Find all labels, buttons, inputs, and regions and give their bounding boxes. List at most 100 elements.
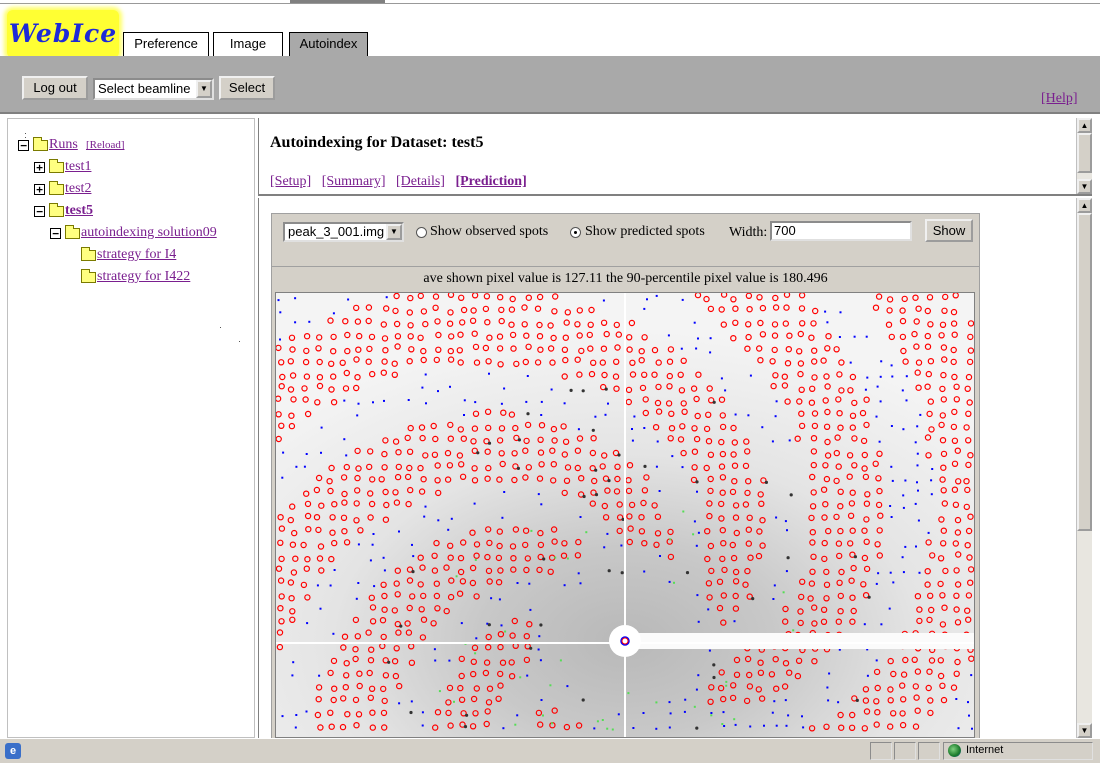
observed-spot — [411, 543, 413, 546]
observed-spot — [291, 674, 294, 677]
select-button[interactable]: Select — [219, 76, 275, 100]
indexed-spot — [596, 720, 599, 723]
intensity-spot — [685, 571, 690, 575]
tree-item-label[interactable]: test2 — [65, 181, 91, 197]
observed-spot — [655, 294, 658, 297]
reload-link[interactable]: [Reload] — [86, 139, 124, 151]
observed-spot — [538, 635, 541, 638]
observed-spot — [901, 389, 904, 392]
tree-item-label[interactable]: strategy for I4 — [97, 247, 176, 263]
scroll-down-icon[interactable]: ▼ — [1077, 179, 1092, 194]
observed-spot — [880, 360, 883, 363]
intensity-spot — [463, 725, 468, 729]
observed-spot — [879, 375, 882, 378]
autoindex-header-panel: Autoindexing for Dataset: test5 [Setup] … — [258, 118, 1092, 196]
scroll-up-icon[interactable]: ▲ — [1077, 198, 1092, 213]
chevron-down-icon[interactable]: ▼ — [386, 224, 402, 240]
folder-icon — [81, 247, 96, 261]
details-link[interactable]: [Details] — [396, 174, 445, 189]
observed-spot — [775, 516, 778, 519]
globe-icon — [948, 744, 961, 757]
collapse-icon[interactable]: − — [18, 140, 29, 151]
observed-spot — [927, 531, 930, 534]
intensity-spot — [582, 494, 586, 499]
tab-image[interactable]: Image — [213, 32, 283, 56]
observed-spot — [971, 727, 973, 730]
scroll-thumb[interactable] — [1077, 133, 1092, 173]
observed-spot — [643, 307, 646, 310]
setup-link[interactable]: [Setup] — [270, 174, 311, 189]
observed-spot — [879, 400, 882, 403]
observed-spot — [890, 364, 893, 367]
tree-item-runs[interactable]: Runs — [49, 137, 78, 153]
intensity-spot — [786, 556, 790, 560]
tree-item-label[interactable]: test1 — [65, 159, 91, 175]
observed-spot — [437, 519, 440, 522]
intensity-spot — [465, 713, 469, 717]
observed-spot — [669, 712, 672, 715]
observed-spot — [761, 426, 764, 429]
intensity-spot — [764, 480, 768, 484]
intensity-spot — [542, 557, 546, 561]
tree-item-label[interactable]: test5 — [65, 203, 93, 219]
intensity-spot — [712, 400, 716, 404]
observed-spot — [875, 415, 878, 418]
observed-spot — [668, 726, 671, 729]
indexed-spot — [566, 557, 569, 560]
top-panel-scrollbar[interactable]: ▲ ▼ — [1076, 118, 1092, 194]
width-input[interactable]: 700 — [770, 221, 912, 241]
observed-spot — [355, 597, 358, 600]
tree-item-label[interactable]: strategy for I422 — [97, 269, 190, 285]
observed-spot — [347, 298, 350, 301]
show-observed-radio[interactable] — [416, 227, 427, 238]
observed-spot — [876, 385, 879, 388]
observed-spot — [423, 515, 426, 518]
diffraction-image[interactable] — [275, 292, 975, 738]
collapse-icon[interactable]: − — [50, 228, 61, 239]
observed-spot — [332, 632, 335, 635]
indexed-spot — [692, 533, 695, 536]
observed-spot — [775, 724, 778, 727]
tab-autoindex[interactable]: Autoindex — [289, 32, 368, 56]
collapse-icon[interactable]: − — [34, 206, 45, 217]
tree-item-label[interactable]: autoindexing solution09 — [81, 225, 217, 241]
observed-spot — [295, 465, 298, 468]
observed-spot — [421, 724, 424, 727]
observed-spot — [448, 659, 451, 662]
help-link[interactable]: [Help] — [1041, 91, 1078, 107]
logout-button[interactable]: Log out — [22, 76, 88, 100]
observed-spot — [916, 452, 919, 455]
indexed-spot — [585, 531, 588, 534]
observed-spot — [788, 439, 791, 442]
scroll-up-icon[interactable]: ▲ — [1077, 118, 1092, 133]
observed-spot — [372, 401, 374, 404]
show-predicted-radio[interactable] — [570, 227, 581, 238]
prediction-scrollbar[interactable]: ▲ ▼ — [1076, 198, 1092, 738]
image-select[interactable]: peak_3_001.img ▼ — [283, 222, 404, 242]
observed-spot — [631, 428, 633, 430]
scroll-thumb[interactable] — [1077, 213, 1092, 531]
observed-spot — [410, 700, 413, 703]
observed-spot — [914, 441, 917, 444]
observed-spot — [787, 714, 790, 717]
chevron-down-icon[interactable]: ▼ — [196, 80, 212, 98]
intensity-spot — [387, 660, 391, 664]
observed-spot — [329, 584, 332, 587]
expand-icon[interactable]: + — [34, 162, 45, 173]
observed-spot — [540, 699, 543, 701]
summary-link[interactable]: [Summary] — [322, 174, 386, 189]
beamline-select[interactable]: Select beamline ▼ — [93, 78, 214, 100]
expand-icon[interactable]: + — [34, 184, 45, 195]
show-button[interactable]: Show — [925, 219, 973, 242]
observed-spot — [723, 725, 726, 727]
indexed-spot — [474, 652, 477, 655]
observed-spot — [693, 520, 696, 523]
prediction-link[interactable]: [Prediction] — [455, 174, 526, 189]
intensity-spot — [695, 480, 699, 484]
scroll-down-icon[interactable]: ▼ — [1077, 723, 1092, 738]
observed-spot — [763, 724, 765, 727]
tab-preference[interactable]: Preference — [123, 32, 209, 56]
observed-spot — [771, 440, 774, 443]
observed-spot — [373, 585, 376, 588]
intensity-spot — [529, 646, 533, 650]
